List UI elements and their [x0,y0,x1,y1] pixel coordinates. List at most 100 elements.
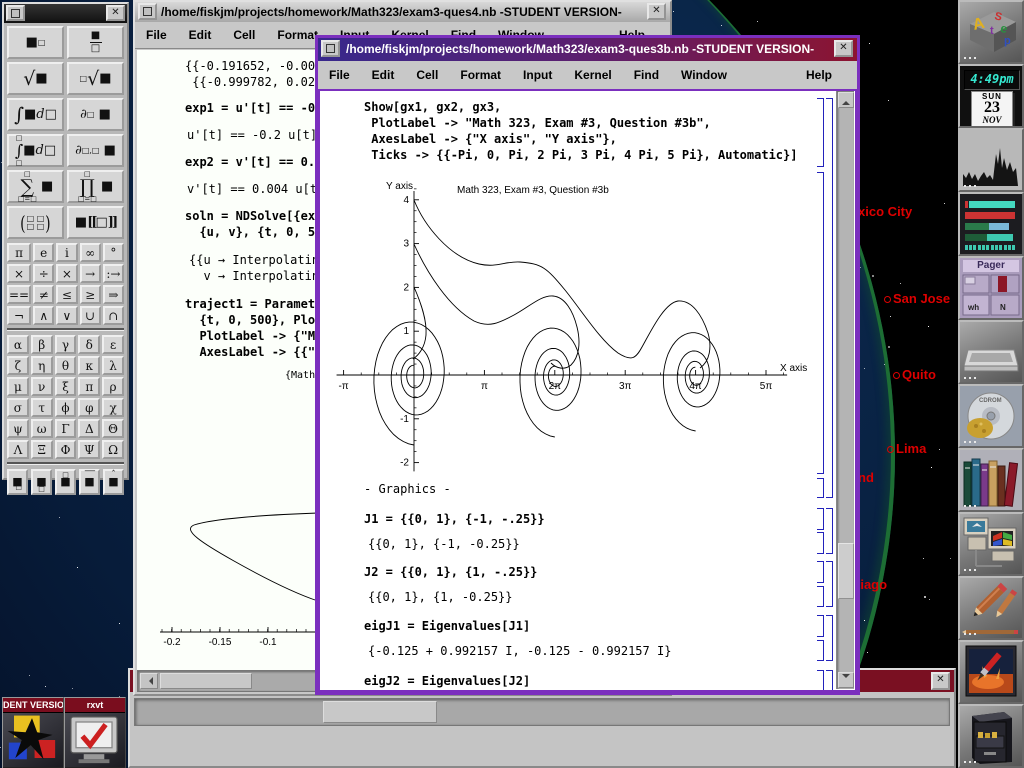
greek-letter-button[interactable]: λ [102,356,124,375]
cell-bracket[interactable] [817,561,824,583]
symbol-button[interactable]: ¬ [7,306,31,325]
menu-item[interactable]: Edit [361,68,406,82]
window-menu-icon[interactable] [138,3,157,20]
cell-bracket[interactable] [817,478,824,498]
menu-item[interactable]: Cell [222,28,266,42]
cell-bracket[interactable] [817,615,824,637]
overscript-button[interactable]: ■□ [55,469,76,495]
clock-calendar-tile[interactable]: 4:49pm SUN 23 NOV [958,64,1024,128]
greek-letter-button[interactable]: ε [102,335,124,354]
file-cabinet-tile[interactable] [958,704,1024,768]
symbol-button[interactable]: ∞ [80,243,101,262]
greek-letter-button[interactable]: χ [102,398,124,417]
symbol-button[interactable]: ∨ [56,306,77,325]
iconified-rxvt[interactable]: rxvt [64,697,126,768]
menu-item[interactable]: Window [670,68,738,82]
cell-bracket[interactable] [817,508,824,530]
symbol-button[interactable]: ≠ [33,285,54,304]
symbol-button[interactable]: == [7,285,31,304]
symbol-button[interactable]: π [7,243,31,262]
window-menu-icon[interactable] [321,40,340,57]
greek-letter-button[interactable]: ρ [102,377,124,396]
greek-letter-button[interactable]: μ [7,377,29,396]
greek-letter-button[interactable]: ψ [7,419,29,438]
symbol-button[interactable]: ÷ [33,264,54,283]
greek-letter-button[interactable]: κ [78,356,100,375]
cell-bracket[interactable] [817,172,824,474]
symbol-button[interactable]: e [33,243,54,262]
menu-item[interactable]: Edit [178,28,223,42]
symbol-button[interactable]: :→ [103,264,124,283]
menu-item[interactable]: File [318,68,361,82]
product-button[interactable]: □∏□=□ ■ [67,170,124,203]
greek-letter-button[interactable]: Ξ [31,440,53,459]
menu-item[interactable]: Find [623,68,670,82]
scrollbar-thumb[interactable] [160,673,252,689]
nth-root-button[interactable]: □√■ [67,62,124,95]
greek-letter-button[interactable]: ν [31,377,53,396]
horizontal-scrollbar[interactable] [134,698,950,726]
cell-bracket[interactable] [826,561,833,607]
window-titlebar[interactable]: /home/fiskjm/projects/homework/Math323/e… [135,2,670,22]
symbol-button[interactable]: ∪ [80,306,101,325]
greek-letter-button[interactable]: Θ [102,419,124,438]
partial-derivative-button[interactable]: ∂□ ■ [67,98,124,131]
network-tile[interactable] [958,512,1024,576]
menu-item[interactable]: Input [512,68,563,82]
symbol-button[interactable]: × [7,264,31,283]
menu-item-help[interactable]: Help [795,68,843,82]
overhat-button[interactable]: ■ˆ [103,469,124,495]
greek-letter-button[interactable]: α [7,335,29,354]
symbol-button[interactable]: ≥ [80,285,101,304]
scroll-down-icon[interactable] [838,672,854,688]
scroll-left-icon[interactable] [140,673,158,689]
tray-tile[interactable] [958,320,1024,384]
cell-bracket[interactable] [817,640,824,661]
greek-letter-button[interactable]: β [31,335,53,354]
cell-bracket[interactable] [826,508,833,554]
greek-letter-button[interactable]: Ω [102,440,124,459]
window-titlebar[interactable]: /home/fiskjm/projects/homework/Math323/e… [318,38,857,61]
cell-bracket[interactable] [826,98,833,498]
greek-letter-button[interactable]: Φ [55,440,77,459]
greek-letter-button[interactable]: τ [31,398,53,417]
scrollbar-thumb[interactable] [323,701,437,723]
symbol-button[interactable]: × [56,264,77,283]
greek-letter-button[interactable]: ξ [55,377,77,396]
symbol-button[interactable]: ≤ [56,285,77,304]
cell-bracket[interactable] [817,586,824,607]
matrix-button[interactable]: (□ □ □ □) [7,206,64,239]
cell-bracket[interactable] [826,615,833,661]
symbol-button[interactable]: ∧ [33,306,54,325]
close-icon[interactable]: ✕ [931,672,950,690]
symbol-button[interactable]: ° [103,243,124,262]
greek-letter-button[interactable]: ω [31,419,53,438]
greek-letter-button[interactable]: Λ [7,440,29,459]
definite-integral-button[interactable]: □∫□■d□ [7,134,64,167]
close-icon[interactable]: ✕ [834,40,853,57]
close-icon[interactable]: ✕ [647,3,666,20]
greek-letter-button[interactable]: η [31,356,53,375]
load-monitor-tile[interactable] [958,128,1024,192]
afterstep-logo-tile[interactable]: A S t e p [958,0,1024,64]
meters-tile[interactable] [958,192,1024,256]
cell-bracket[interactable] [826,670,833,692]
part-button[interactable]: ■[[□]] [67,206,124,239]
symbol-button[interactable]: i [56,243,77,262]
cell-bracket[interactable] [817,670,824,692]
greek-letter-button[interactable]: δ [78,335,100,354]
greek-letter-button[interactable]: σ [7,398,29,417]
greek-letter-button[interactable]: Δ [78,419,100,438]
greek-letter-button[interactable]: π [78,377,100,396]
pager-tile[interactable]: Pager wh N [958,256,1024,320]
greek-letter-button[interactable]: φ [78,398,100,417]
symbol-button[interactable]: ⇒ [103,285,124,304]
sqrt-button[interactable]: √■ [7,62,64,95]
power-button[interactable]: ■□ [7,26,64,59]
greek-letter-button[interactable]: θ [55,356,77,375]
greek-letter-button[interactable]: γ [55,335,77,354]
books-tile[interactable] [958,448,1024,512]
cell-bracket[interactable] [817,98,824,167]
paint-tile[interactable] [958,640,1024,704]
subscript-button[interactable]: ■□ [7,469,28,495]
